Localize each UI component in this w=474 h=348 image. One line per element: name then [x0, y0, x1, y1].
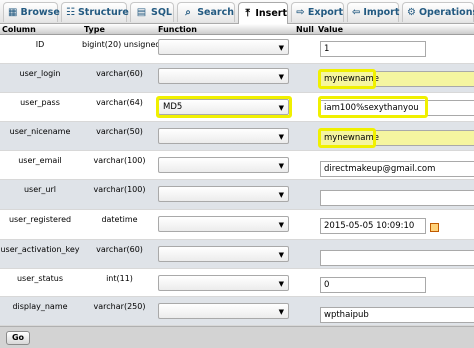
column-type: varchar(64) [96, 98, 143, 107]
value-text: 0 [324, 280, 330, 290]
function-select[interactable]: ▼ [158, 39, 289, 55]
table-row: user_pass varchar(64) MD5 ▼ iam100%sexyth… [0, 93, 474, 122]
value-input[interactable]: 1 [320, 41, 426, 57]
table-row: user_status int(11) ▼ 0 [0, 269, 474, 297]
dropdown-arrow-icon: ▼ [278, 44, 284, 52]
tab-bar: ▦ Browse ☷ Structure ▤ SQL ⌕ Search ⤒ Insert … [0, 0, 474, 24]
column-name: user_login [19, 69, 61, 78]
table-row: user_nicename varchar(50) ▼ mynewname [0, 122, 474, 151]
footer-bar: Go [0, 326, 474, 348]
import-icon: ⇦ [352, 7, 361, 18]
header-column: Column [2, 25, 36, 34]
highlight-box [156, 96, 292, 118]
function-select[interactable]: ▼ [158, 303, 289, 319]
value-text: directmakeup@gmail.com [324, 164, 436, 174]
tab-label: Export [307, 7, 343, 18]
value-input[interactable]: 2015-05-05 10:09:10 [320, 218, 426, 234]
calendar-icon[interactable] [430, 223, 439, 232]
dropdown-arrow-icon: ▼ [278, 251, 284, 259]
value-input[interactable]: 0 [320, 277, 426, 293]
header-function: Function [158, 25, 197, 34]
table-row: user_email varchar(100) ▼ directmakeup@g… [0, 151, 474, 180]
export-icon: ⇨ [296, 7, 305, 18]
search-icon: ⌕ [185, 7, 191, 18]
tab-label: Browse [20, 7, 60, 18]
table-row: ID bigint(20) unsigned ▼ 1 [0, 35, 474, 64]
structure-icon: ☷ [66, 7, 75, 18]
column-name: user_activation_key [0, 245, 80, 254]
value-text: wpthaipub [324, 310, 369, 320]
tab-import[interactable]: ⇦ Import [347, 2, 399, 22]
tab-insert[interactable]: ⤒ Insert [238, 2, 288, 24]
table-header: Column Type Function Null Value [0, 24, 474, 35]
column-name: user_pass [20, 98, 60, 107]
function-select[interactable]: ▼ [158, 68, 289, 84]
table-row: user_url varchar(100) ▼ [0, 180, 474, 210]
tab-operations[interactable]: ⚙ Operations [402, 2, 474, 22]
tab-structure[interactable]: ☷ Structure [61, 2, 129, 22]
value-text: 1 [324, 44, 330, 54]
tab-browse[interactable]: ▦ Browse [3, 2, 60, 22]
value-text: 2015-05-05 10:09:10 [324, 221, 415, 231]
tab-export[interactable]: ⇨ Export [291, 2, 344, 22]
tab-label: Search [197, 7, 234, 18]
value-input[interactable]: directmakeup@gmail.com [320, 161, 474, 177]
function-select[interactable]: ▼ [158, 275, 289, 291]
column-name: user_registered [8, 215, 72, 224]
dropdown-arrow-icon: ▼ [278, 162, 284, 170]
dropdown-arrow-icon: ▼ [278, 73, 284, 81]
column-name: user_nicename [9, 127, 71, 136]
operations-icon: ⚙ [407, 7, 416, 18]
tab-sql[interactable]: ▤ SQL [130, 2, 174, 22]
highlight-box [318, 128, 376, 148]
dropdown-arrow-icon: ▼ [278, 191, 284, 199]
column-name: display_name [12, 302, 68, 311]
column-name: user_email [18, 156, 62, 165]
column-type: varchar(60) [96, 245, 143, 254]
column-type: varchar(100) [93, 156, 146, 165]
function-select[interactable]: ▼ [158, 157, 289, 173]
tab-label: Insert [255, 8, 287, 19]
highlight-box [318, 96, 428, 118]
dropdown-arrow-icon: ▼ [278, 280, 284, 288]
column-type: varchar(60) [96, 69, 143, 78]
dropdown-arrow-icon: ▼ [278, 308, 284, 316]
table-row: display_name varchar(250) ▼ wpthaipub [0, 297, 474, 326]
header-null: Null [296, 25, 314, 34]
column-name: user_url [23, 185, 57, 194]
sql-icon: ▤ [136, 7, 147, 18]
tab-label: Import [363, 7, 400, 18]
tab-label: Operations [418, 7, 474, 18]
function-select[interactable]: ▼ [158, 216, 289, 232]
function-select[interactable]: ▼ [158, 246, 289, 262]
value-input[interactable] [320, 250, 474, 266]
function-select[interactable]: ▼ [158, 186, 289, 202]
header-value: Value [318, 25, 344, 34]
header-type: Type [84, 25, 105, 34]
table-row: user_activation_key varchar(60) ▼ [0, 240, 474, 269]
tab-label: SQL [151, 7, 172, 18]
column-type: int(11) [106, 274, 133, 283]
column-type: varchar(250) [93, 302, 146, 311]
value-input[interactable]: wpthaipub [320, 307, 474, 323]
function-select[interactable]: ▼ [158, 128, 289, 144]
highlight-box [318, 69, 376, 89]
go-button[interactable]: Go [6, 331, 30, 345]
table-row: user_registered datetime ▼ 2015-05-05 10… [0, 210, 474, 240]
column-type: datetime [101, 215, 138, 224]
insert-icon: ⤒ [245, 8, 250, 19]
table-row: user_login varchar(60) ▼ mynewname [0, 64, 474, 93]
dropdown-arrow-icon: ▼ [278, 221, 284, 229]
column-type: bigint(20) unsigned [82, 40, 161, 49]
column-type: varchar(100) [93, 185, 146, 194]
dropdown-arrow-icon: ▼ [278, 133, 284, 141]
column-type: varchar(50) [96, 127, 143, 136]
value-input[interactable] [320, 190, 474, 206]
tab-search[interactable]: ⌕ Search [177, 2, 235, 22]
column-name: user_status [16, 274, 64, 283]
tab-label: Structure [77, 7, 129, 18]
browse-icon: ▦ [8, 7, 18, 18]
column-name: ID [35, 40, 45, 49]
